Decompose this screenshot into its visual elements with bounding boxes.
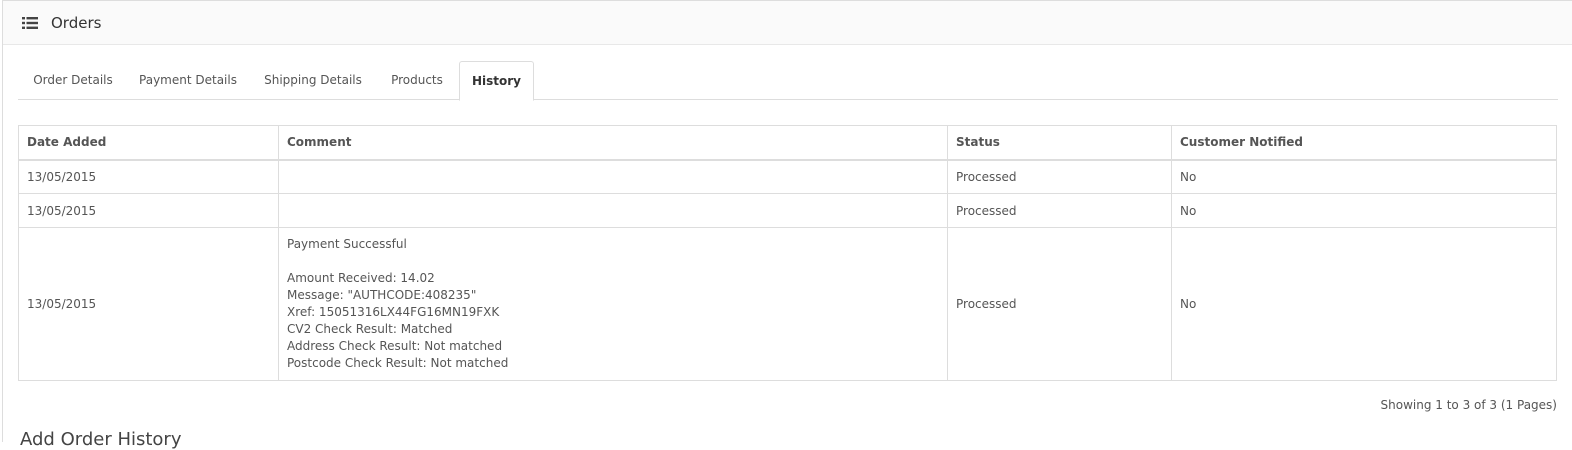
cell-status: Processed (947, 193, 1172, 228)
comment-line: Address Check Result: Not matched (287, 339, 503, 353)
comment-line: Message: "AUTHCODE:408235" (287, 288, 477, 302)
comment-line: CV2 Check Result: Matched (287, 322, 453, 336)
cell-comment: Payment Successful Amount Received: 14.0… (278, 227, 948, 381)
table-row: 13/05/2015 Processed No (18, 159, 1557, 194)
comment-line: Payment Successful (287, 237, 407, 251)
cell-comment (278, 193, 948, 228)
tab-history[interactable]: History (459, 61, 534, 101)
table-row: 13/05/2015 Payment Successful Amount Rec… (18, 227, 1557, 381)
comment-blank-line (287, 253, 939, 270)
column-header-date-added[interactable]: Date Added (18, 125, 279, 161)
column-header-status[interactable]: Status (947, 125, 1172, 161)
cell-status: Processed (947, 159, 1172, 194)
tab-order-details[interactable]: Order Details (18, 61, 128, 100)
tab-products[interactable]: Products (378, 61, 456, 100)
comment-line: Amount Received: 14.02 (287, 271, 435, 285)
comment-line: Postcode Check Result: Not matched (287, 356, 509, 370)
cell-notified: No (1171, 227, 1557, 381)
order-tabs: Order Details Payment Details Shipping D… (18, 61, 1558, 101)
pagination-info: Showing 1 to 3 of 3 (1 Pages) (1380, 398, 1557, 412)
cell-date: 13/05/2015 (18, 159, 279, 194)
history-table: Date Added Comment Status Customer Notif… (18, 125, 1557, 381)
cell-notified: No (1171, 159, 1557, 194)
cell-date: 13/05/2015 (18, 193, 279, 228)
cell-date: 13/05/2015 (18, 227, 279, 381)
tab-payment-details[interactable]: Payment Details (130, 61, 246, 100)
orders-panel: Orders Order Details Payment Details Shi… (2, 0, 1572, 450)
table-header-row: Date Added Comment Status Customer Notif… (18, 125, 1557, 161)
list-icon (22, 16, 38, 29)
cell-comment (278, 159, 948, 194)
column-header-customer-notified[interactable]: Customer Notified (1171, 125, 1557, 161)
add-order-history-heading: Add Order History (20, 429, 182, 450)
cell-status: Processed (947, 227, 1172, 381)
table-row: 13/05/2015 Processed No (18, 193, 1557, 228)
cell-notified: No (1171, 193, 1557, 228)
panel-heading: Orders (3, 1, 1572, 45)
comment-line: Xref: 15051316LX44FG16MN19FXK (287, 305, 500, 319)
panel-title: Orders (51, 13, 102, 32)
column-header-comment[interactable]: Comment (278, 125, 948, 161)
tab-shipping-details[interactable]: Shipping Details (254, 61, 372, 100)
